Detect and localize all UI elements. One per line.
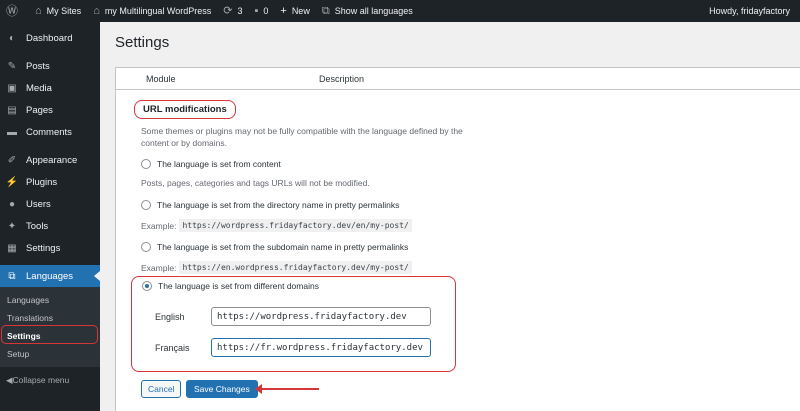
- sidebar-item-appearance[interactable]: ✐ Appearance: [0, 149, 100, 171]
- my-sites-link[interactable]: ⌂ My Sites: [29, 0, 87, 22]
- option-domains[interactable]: The language is set from different domai…: [142, 281, 319, 291]
- sidebar-item-posts[interactable]: ✎ Posts: [0, 55, 100, 77]
- admin-bar: Ⓦ ⌂ My Sites ⌂ my Multilingual WordPress ⟳…: [0, 0, 800, 22]
- submenu-item-languages[interactable]: Languages: [0, 291, 100, 309]
- brush-icon: ✐: [7, 154, 17, 166]
- url-modifications-title: URL modifications: [134, 100, 236, 119]
- english-domain-input[interactable]: https://wordpress.fridayfactory.dev: [211, 307, 431, 326]
- save-changes-button[interactable]: Save Changes: [186, 380, 258, 398]
- column-header-description: Description: [319, 73, 365, 84]
- directory-example: Example: https://wordpress.fridayfactory…: [141, 219, 481, 232]
- site-name-link[interactable]: ⌂ my Multilingual WordPress: [87, 0, 217, 22]
- sidebar-item-plugins[interactable]: ⚡ Plugins: [0, 171, 100, 193]
- subdomain-example-url: https://en.wordpress.fridayfactory.dev/m…: [179, 261, 412, 274]
- admin-sidebar: ◐ Dashboard ✎ Posts ▣ Media ▤ Pages ▬ Comment…: [0, 22, 100, 411]
- cancel-button[interactable]: Cancel: [141, 380, 182, 398]
- dashboard-icon: ◐: [8, 32, 16, 44]
- option-content[interactable]: The language is set from content: [141, 159, 481, 169]
- collapse-menu-button[interactable]: ◀ Collapse menu: [0, 369, 100, 391]
- settings-annotation-outline: [1, 325, 98, 344]
- pin-icon: ✎: [7, 60, 17, 72]
- english-label: English: [155, 311, 185, 322]
- sidebar-item-dashboard[interactable]: ◐ Dashboard: [0, 27, 100, 49]
- domains-option-box: The language is set from different domai…: [131, 276, 456, 372]
- sidebar-item-settings[interactable]: ▦ Settings: [0, 237, 100, 259]
- update-icon: ⟳: [223, 4, 233, 17]
- comment-bubble-icon: ▪: [254, 4, 259, 17]
- comment-icon: ▬: [7, 126, 17, 138]
- new-content-link[interactable]: + New: [274, 0, 315, 22]
- show-all-languages-link[interactable]: ⧉ Show all languages: [316, 0, 419, 22]
- home-icon: ⌂: [93, 4, 100, 17]
- plus-icon: +: [280, 4, 287, 17]
- account-link[interactable]: Howdy, fridayfactory: [703, 0, 800, 22]
- media-icon: ▣: [7, 82, 17, 94]
- annotation-arrow: [255, 384, 319, 394]
- column-header-module: Module: [146, 73, 176, 84]
- translation-icon: ⧉: [8, 270, 16, 282]
- directory-example-url: https://wordpress.fridayfactory.dev/en/m…: [179, 219, 412, 232]
- wordpress-icon: Ⓦ: [6, 4, 19, 18]
- page-title: Settings: [115, 34, 170, 51]
- translation-icon: ⧉: [321, 4, 330, 17]
- pages-icon: ▤: [7, 104, 17, 116]
- option-directory[interactable]: The language is set from the directory n…: [141, 200, 481, 210]
- french-domain-row: Français https://fr.wordpress.fridayfact…: [155, 338, 431, 357]
- french-domain-input[interactable]: https://fr.wordpress.fridayfactory.dev: [211, 338, 431, 357]
- radio-content[interactable]: [141, 159, 151, 169]
- updates-link[interactable]: ⟳ 3: [217, 0, 248, 22]
- radio-directory[interactable]: [141, 200, 151, 210]
- sidebar-item-tools[interactable]: ✦ Tools: [0, 215, 100, 237]
- comments-link[interactable]: ▪ 0: [248, 0, 274, 22]
- plugin-icon: ⚡: [5, 176, 19, 188]
- settings-panel: Module Description URL modifications Som…: [115, 67, 800, 411]
- english-domain-row: English https://wordpress.fridayfactory.…: [155, 307, 431, 326]
- french-label: Français: [155, 342, 190, 353]
- content-note: Posts, pages, categories and tags URLs w…: [141, 178, 370, 188]
- url-modifications-description: Some themes or plugins may not be fully …: [141, 126, 463, 148]
- table-header: Module Description: [116, 68, 800, 90]
- radio-domains[interactable]: [142, 281, 152, 291]
- settings-icon: ▦: [7, 242, 17, 254]
- user-icon: ●: [8, 198, 16, 210]
- subdomain-example: Example: https://en.wordpress.fridayfact…: [141, 261, 481, 274]
- wordpress-logo[interactable]: Ⓦ: [0, 0, 29, 22]
- submenu-item-setup[interactable]: Setup: [0, 345, 100, 363]
- url-modifications-section: URL modifications Some themes or plugins…: [134, 100, 481, 274]
- sidebar-item-users[interactable]: ● Users: [0, 193, 100, 215]
- sites-icon: ⌂: [35, 4, 42, 17]
- radio-subdomain[interactable]: [141, 242, 151, 252]
- sidebar-item-pages[interactable]: ▤ Pages: [0, 99, 100, 121]
- sidebar-item-media[interactable]: ▣ Media: [0, 77, 100, 99]
- wrench-icon: ✦: [7, 220, 17, 232]
- sidebar-item-languages[interactable]: ⧉ Languages: [0, 265, 100, 287]
- option-subdomain[interactable]: The language is set from the subdomain n…: [141, 242, 481, 252]
- sidebar-item-comments[interactable]: ▬ Comments: [0, 121, 100, 143]
